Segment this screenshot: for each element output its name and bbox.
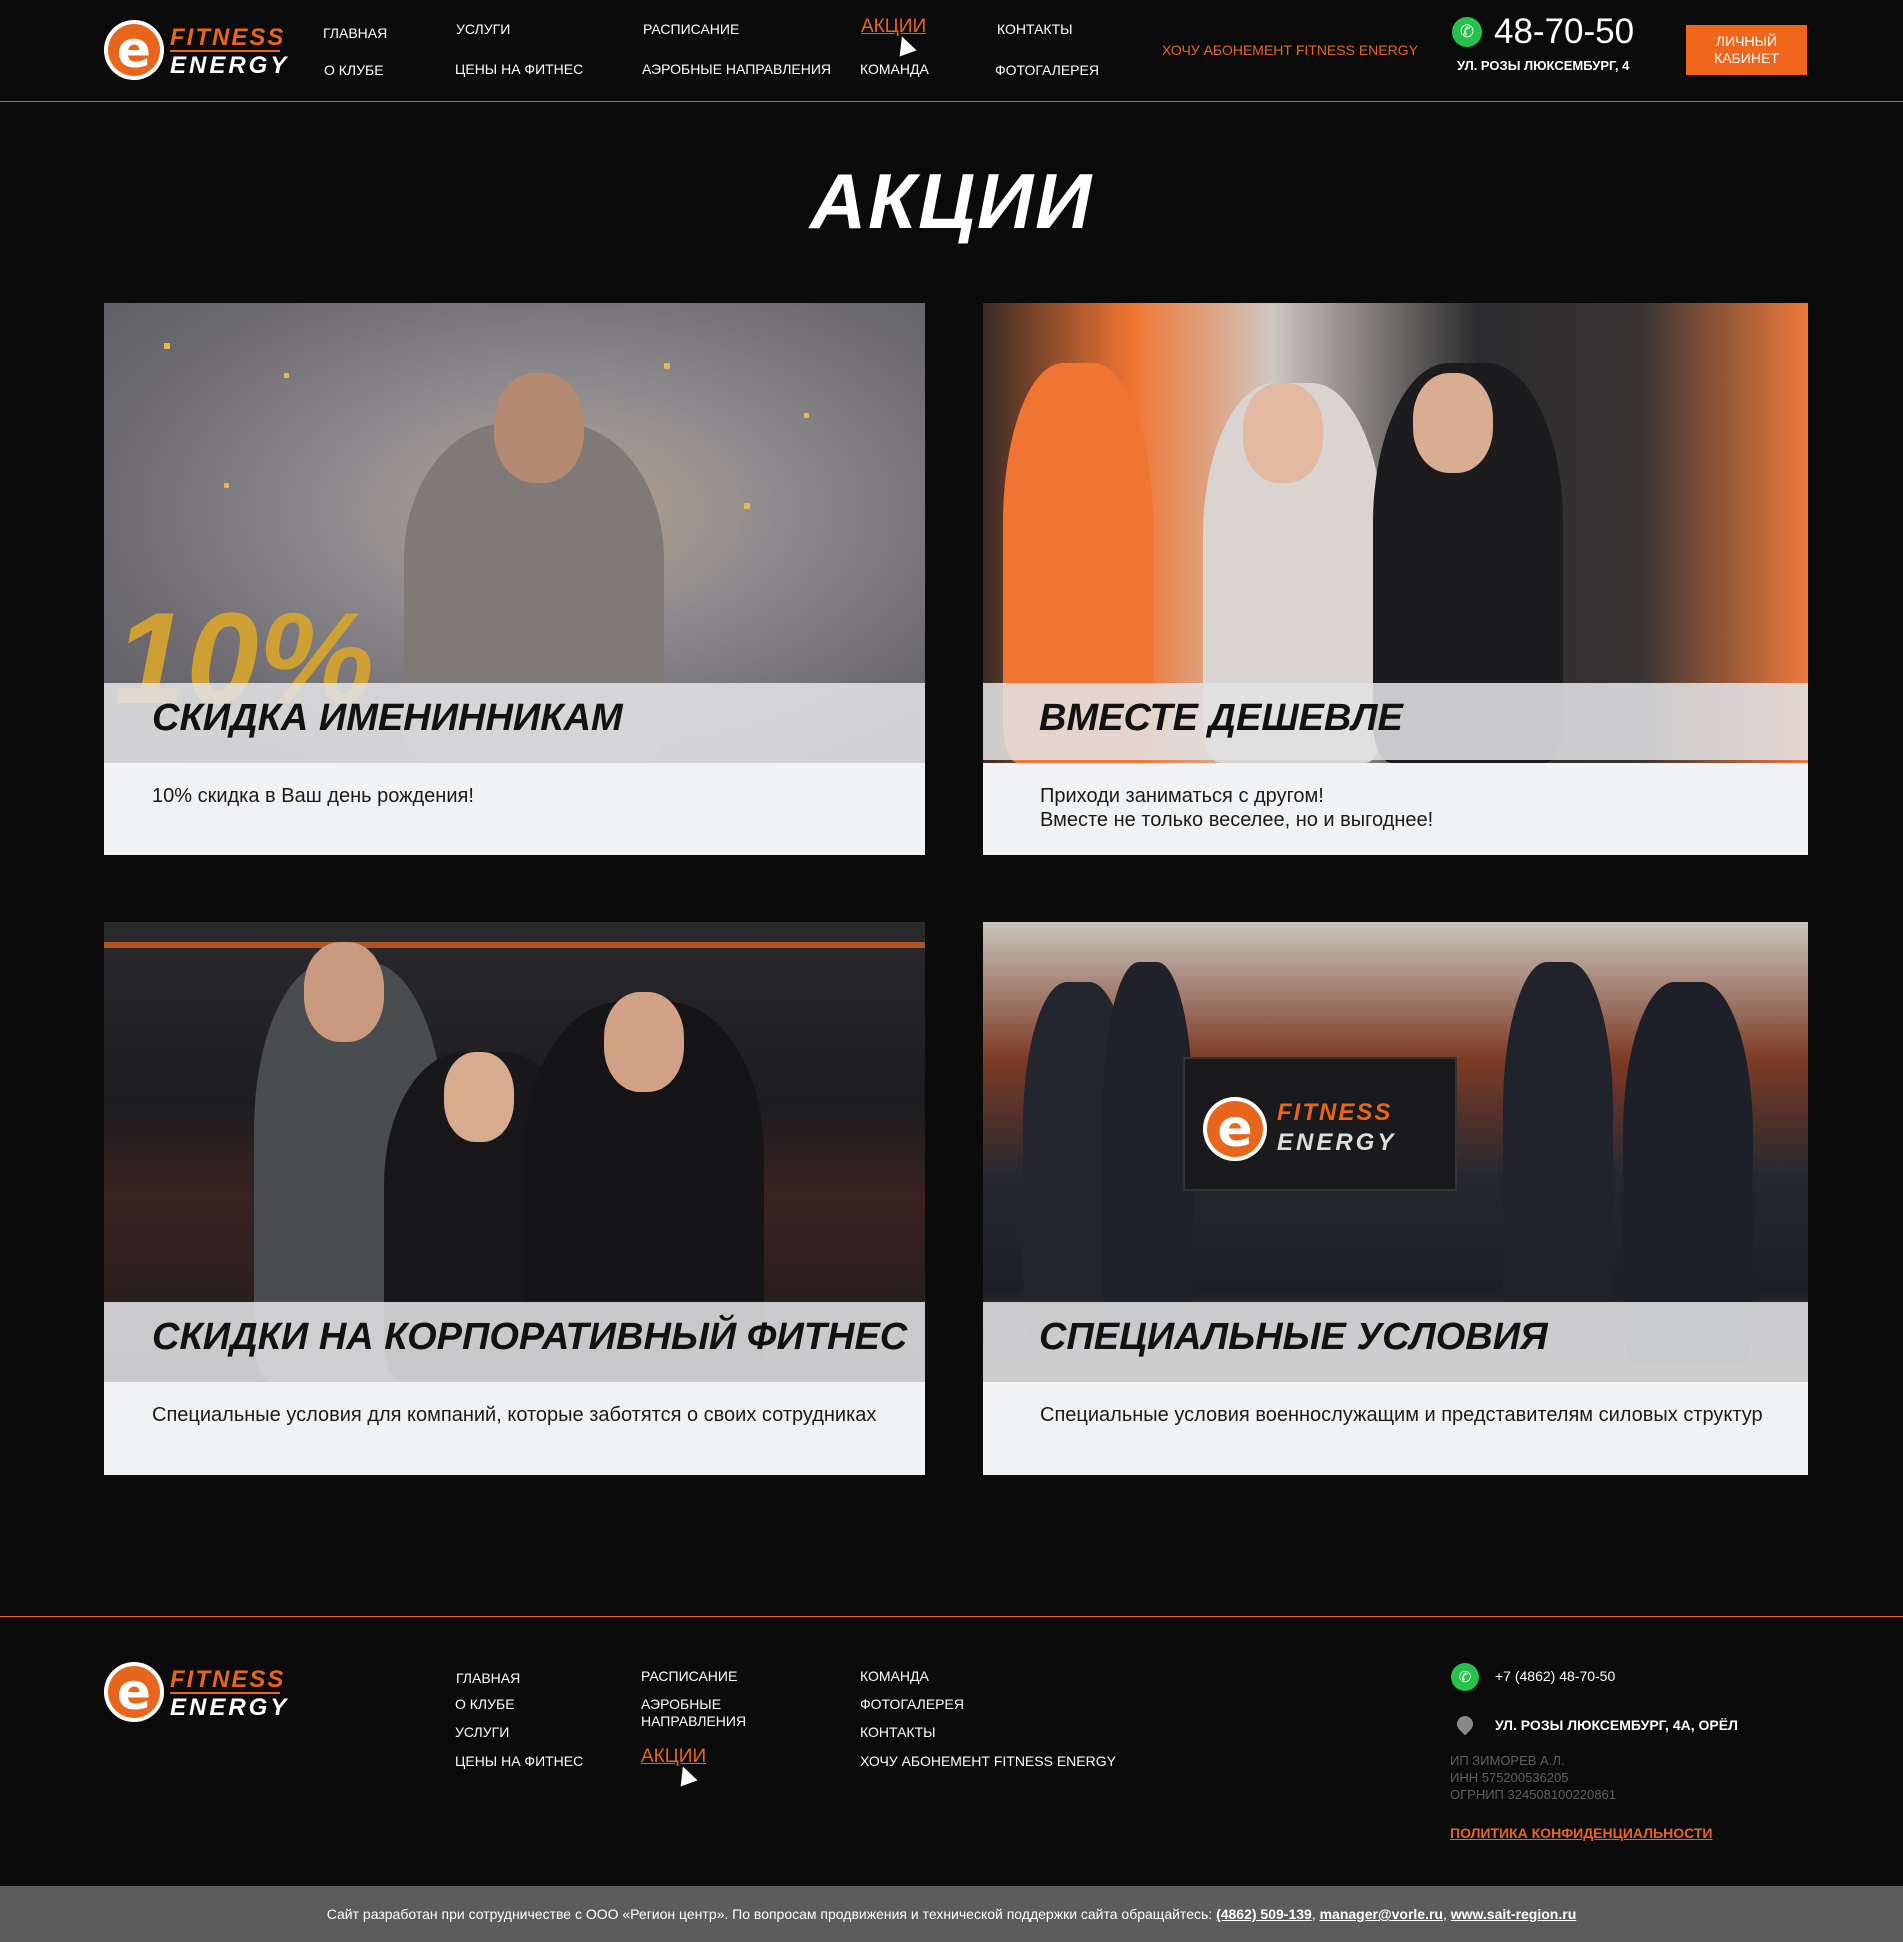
footer-legal-info: ИП ЗИМОРЕВ А.Л. ИНН 575200536205 ОГРНИП … <box>1450 1752 1616 1803</box>
footer-nav-promos[interactable]: АКЦИИ <box>641 1747 706 1766</box>
footer-nav-prices[interactable]: ЦЕНЫ НА ФИТНЕС <box>455 1753 583 1770</box>
promo-description-line: Приходи заниматься с другом! <box>1040 785 1324 807</box>
nav-team[interactable]: КОМАНДА <box>860 61 929 77</box>
logo-mark: e <box>104 1662 164 1722</box>
promo-card-corporate[interactable]: СКИДКИ НА КОРПОРАТИВНЫЙ ФИТНЕС Специальн… <box>104 922 925 1475</box>
footer-nav-about[interactable]: О КЛУБЕ <box>455 1696 515 1713</box>
flag-logo-mark: e <box>1203 1097 1267 1161</box>
location-pin-icon <box>1453 1712 1477 1736</box>
nav-home[interactable]: ГЛАВНАЯ <box>323 25 387 41</box>
logo-line1: FITNESS <box>170 24 286 51</box>
logo-line1: FITNESS <box>170 1666 286 1693</box>
footer-logo[interactable]: e FITNESS ENERGY <box>104 1662 286 1722</box>
footer-nav-team[interactable]: КОМАНДА <box>860 1668 929 1685</box>
legal-owner: ИП ЗИМОРЕВ А.Л. <box>1450 1753 1565 1768</box>
nav-services[interactable]: УСЛУГИ <box>456 21 510 37</box>
site-logo[interactable]: e FITNESS ENERGY <box>104 20 286 80</box>
promo-card-together[interactable]: ВМЕСТЕ ДЕШЕВЛЕ Приходи заниматься с друг… <box>983 303 1808 855</box>
privacy-policy-link[interactable]: ПОЛИТИКА КОНФИДЕНЦИАЛЬНОСТИ <box>1450 1825 1712 1841</box>
nav-contacts[interactable]: КОНТАКТЫ <box>997 21 1073 37</box>
promo-description: Специальные условия военнослужащим и пре… <box>1040 1404 1763 1426</box>
promo-title-banner: СКИДКА ИМЕНИННИКАМ <box>104 683 925 763</box>
promo-flag: e FITNESS ENERGY <box>1183 1057 1457 1191</box>
whatsapp-icon[interactable]: ✆ <box>1452 17 1482 47</box>
flag-logo-line2: ENERGY <box>1277 1129 1397 1156</box>
credits-site-link[interactable]: www.sait-region.ru <box>1451 1906 1577 1922</box>
header-phone[interactable]: 48-70-50 <box>1494 12 1634 52</box>
footer-nav-home[interactable]: ГЛАВНАЯ <box>456 1670 520 1687</box>
subscription-link[interactable]: ХОЧУ АБОНЕМЕНТ FITNESS ENERGY <box>1162 42 1418 58</box>
footer-nav-subscription[interactable]: ХОЧУ АБОНЕМЕНТ FITNESS ENERGY <box>860 1753 1116 1770</box>
promo-title: СКИДКИ НА КОРПОРАТИВНЫЙ ФИТНЕС <box>152 1316 908 1358</box>
nav-about[interactable]: О КЛУБЕ <box>324 62 384 78</box>
legal-ogrnip: ОГРНИП 324508100220861 <box>1450 1787 1616 1802</box>
site-header: e FITNESS ENERGY ГЛАВНАЯ О КЛУБЕ УСЛУГИ … <box>0 0 1903 102</box>
promo-title: СПЕЦИАЛЬНЫЕ УСЛОВИЯ <box>1039 1316 1548 1358</box>
footer-nav-aerobic[interactable]: АЭРОБНЫЕ НАПРАВЛЕНИЯ <box>641 1696 746 1730</box>
promo-description: Приходи заниматься с другом! Вместе не т… <box>1040 784 1768 832</box>
personal-cabinet-button[interactable]: ЛИЧНЫЙ КАБИНЕТ <box>1686 25 1807 75</box>
nav-prices[interactable]: ЦЕНЫ НА ФИТНЕС <box>455 61 583 77</box>
credits-email-link[interactable]: manager@vorle.ru <box>1320 1906 1443 1922</box>
footer-nav-aerobic-line2: НАПРАВЛЕНИЯ <box>641 1713 747 1729</box>
promo-title: СКИДКА ИМЕНИННИКАМ <box>152 697 623 739</box>
credits-phone-link[interactable]: (4862) 509-139 <box>1216 1906 1312 1922</box>
promo-card-birthday[interactable]: 10% СКИДКА ИМЕНИННИКАМ 10% скидка в Ваш … <box>104 303 925 855</box>
promo-title: ВМЕСТЕ ДЕШЕВЛЕ <box>1039 697 1403 739</box>
header-address: УЛ. РОЗЫ ЛЮКСЕМБУРГ, 4 <box>1457 58 1630 73</box>
promo-title-banner: ВМЕСТЕ ДЕШЕВЛЕ <box>983 683 1808 760</box>
promo-description: 10% скидка в Ваш день рождения! <box>152 785 474 807</box>
footer-whatsapp-icon[interactable]: ✆ <box>1451 1663 1479 1691</box>
promo-title-banner: СКИДКИ НА КОРПОРАТИВНЫЙ ФИТНЕС <box>104 1302 925 1382</box>
logo-line2: ENERGY <box>170 52 290 79</box>
footer-nav-gallery[interactable]: ФОТОГАЛЕРЕЯ <box>860 1696 964 1713</box>
footer-nav-aerobic-line1: АЭРОБНЫЕ <box>641 1696 722 1712</box>
legal-inn: ИНН 575200536205 <box>1450 1770 1569 1785</box>
promo-card-special[interactable]: e FITNESS ENERGY СПЕЦИАЛЬНЫЕ УСЛОВИЯ Спе… <box>983 922 1808 1475</box>
promo-title-banner: СПЕЦИАЛЬНЫЕ УСЛОВИЯ <box>983 1302 1808 1382</box>
footer-divider <box>0 1616 1903 1617</box>
developer-credits-bar: Сайт разработан при сотрудничестве с ООО… <box>0 1886 1903 1942</box>
flag-logo-line1: FITNESS <box>1277 1099 1393 1126</box>
credits-text: Сайт разработан при сотрудничестве с ООО… <box>326 1906 1217 1922</box>
promo-description-line: Вместе не только веселее, но и выгоднее! <box>1040 809 1434 831</box>
footer-address: УЛ. РОЗЫ ЛЮКСЕМБУРГ, 4А, ОРЁЛ <box>1495 1717 1738 1733</box>
footer-nav-services[interactable]: УСЛУГИ <box>455 1724 509 1741</box>
logo-mark: e <box>104 20 164 80</box>
nav-schedule[interactable]: РАСПИСАНИЕ <box>643 21 739 37</box>
logo-line2: ENERGY <box>170 1694 290 1721</box>
footer-phone[interactable]: +7 (4862) 48-70-50 <box>1495 1668 1615 1684</box>
footer-nav-contacts[interactable]: КОНТАКТЫ <box>860 1724 936 1741</box>
page-title: АКЦИИ <box>809 157 1094 245</box>
nav-promos[interactable]: АКЦИИ <box>861 16 926 38</box>
promo-description: Специальные условия для компаний, которы… <box>152 1404 877 1426</box>
footer-nav-schedule[interactable]: РАСПИСАНИЕ <box>641 1668 737 1685</box>
nav-gallery[interactable]: ФОТОГАЛЕРЕЯ <box>995 62 1099 78</box>
nav-aerobic[interactable]: АЭРОБНЫЕ НАПРАВЛЕНИЯ <box>642 61 831 77</box>
